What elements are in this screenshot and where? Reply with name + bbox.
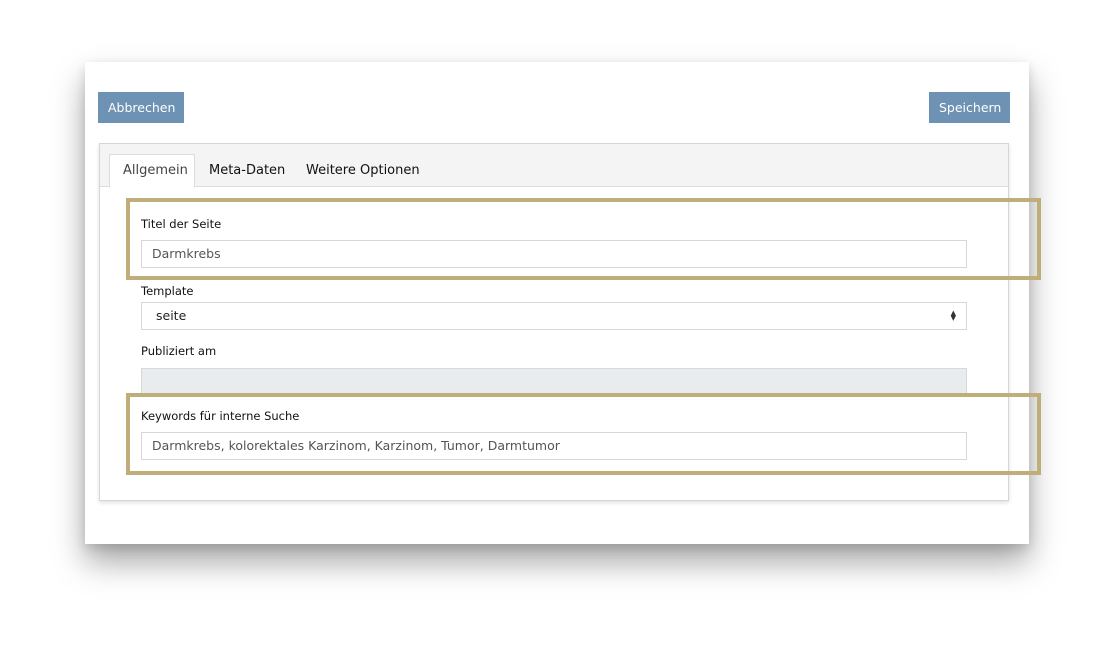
sort-arrows-icon: ▲ ▼ bbox=[950, 308, 956, 322]
keywords-input[interactable]: Darmkrebs, kolorektales Karzinom, Karzin… bbox=[141, 432, 967, 460]
title-input[interactable]: Darmkrebs bbox=[141, 240, 967, 268]
template-label: Template bbox=[141, 284, 194, 298]
tab-weitere-optionen[interactable]: Weitere Optionen bbox=[293, 154, 433, 187]
keywords-label: Keywords für interne Suche bbox=[141, 409, 300, 423]
cancel-button[interactable]: Abbrechen bbox=[98, 92, 184, 123]
template-select[interactable]: seite ▲ ▼ bbox=[141, 302, 967, 330]
save-button[interactable]: Speichern bbox=[929, 92, 1010, 123]
tab-bar: Allgemein Meta-Daten Weitere Optionen bbox=[100, 144, 1008, 188]
editor-window: Abbrechen Speichern Allgemein Meta-Daten… bbox=[85, 62, 1029, 544]
template-selected-value: seite bbox=[156, 308, 187, 323]
title-label: Titel der Seite bbox=[141, 217, 222, 231]
published-date-field bbox=[141, 368, 967, 394]
published-label: Publiziert am bbox=[141, 344, 217, 358]
form-panel: Allgemein Meta-Daten Weitere Optionen Ti… bbox=[99, 143, 1009, 501]
tab-meta-daten[interactable]: Meta-Daten bbox=[196, 154, 298, 187]
tab-allgemein[interactable]: Allgemein bbox=[109, 154, 195, 188]
